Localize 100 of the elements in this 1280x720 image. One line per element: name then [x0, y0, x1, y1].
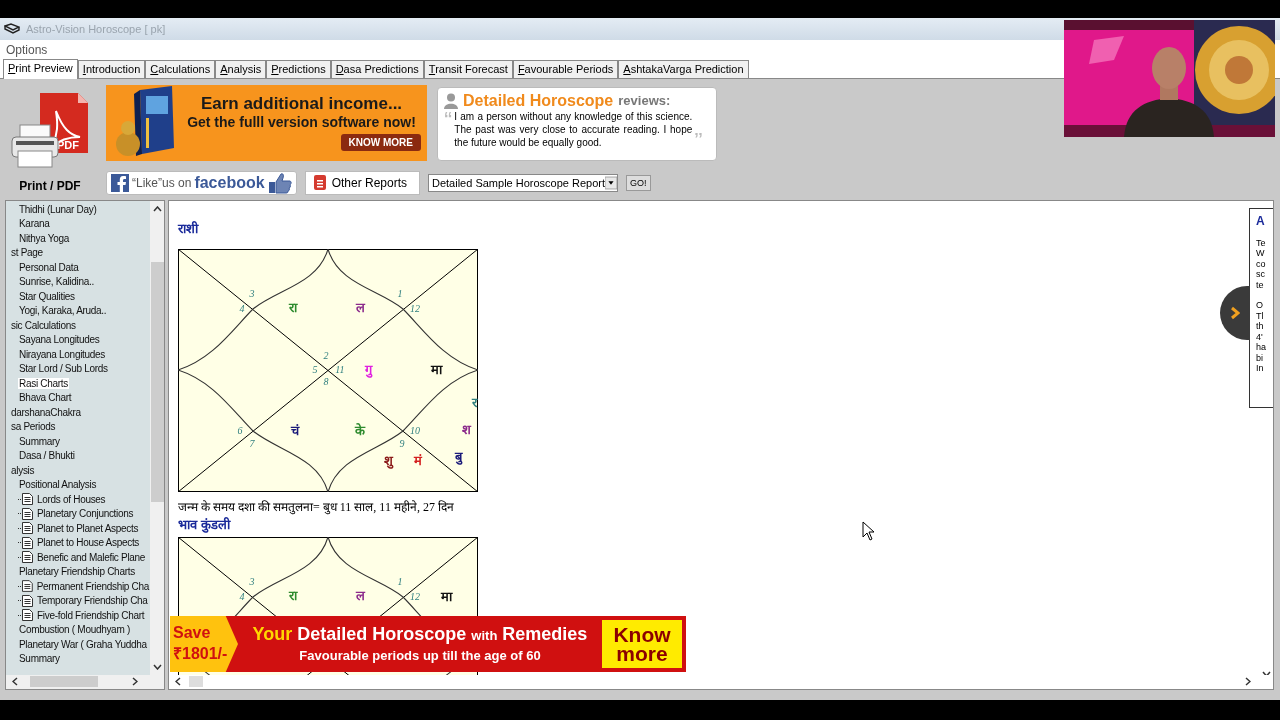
tree-item[interactable]: Personal Data — [18, 261, 80, 273]
planet-label: र — [471, 395, 477, 410]
tree-item[interactable]: Dasa / Bhukti — [18, 450, 76, 462]
scrollbar-thumb[interactable] — [150, 262, 164, 502]
tree-item[interactable]: Temporary Friendship Cha — [36, 595, 149, 607]
know-more-button[interactable]: KNOW MORE — [340, 134, 421, 152]
thumbs-up-icon — [267, 171, 292, 194]
panel-text: Te — [1256, 238, 1267, 249]
sign-number: 4 — [239, 591, 245, 602]
chart-heading: भाव कुंडली — [178, 516, 230, 533]
tree-item[interactable]: Bhava Chart — [18, 392, 73, 404]
other-reports-button[interactable]: Other Reports — [304, 170, 420, 195]
tree-item[interactable]: Planetary Friendship Charts — [18, 566, 136, 578]
sign-number: 2 — [323, 350, 329, 361]
tree-item[interactable]: Rasi Charts — [18, 377, 69, 389]
page-icon — [22, 536, 33, 549]
scroll-right-icon[interactable] — [132, 677, 138, 687]
sign-number: 8 — [323, 376, 329, 387]
tab[interactable]: Print Preview — [3, 58, 78, 79]
horizontal-scrollbar[interactable] — [6, 675, 164, 689]
panel-text: bi — [1256, 353, 1264, 364]
tree-item[interactable]: Permanent Friendship Cha — [35, 580, 150, 592]
panel-text: co — [1256, 259, 1267, 270]
tree-item[interactable]: sic Calculations — [10, 319, 77, 331]
tree-item[interactable]: Star Qualities — [18, 290, 76, 302]
quote-mark: ‘‘ — [444, 109, 453, 128]
tree-item[interactable]: sa Periods — [10, 421, 57, 433]
tree-item[interactable]: Nirayana Longitudes — [18, 348, 107, 360]
tree-item[interactable]: Planetary War ( Graha Yuddha — [18, 638, 148, 650]
scroll-left-icon[interactable] — [12, 677, 18, 687]
tree-item[interactable]: Benefic and Malefic Plane — [36, 551, 147, 563]
tree-item[interactable]: alysis — [10, 464, 36, 476]
sign-number: 6 — [237, 425, 243, 436]
tree-item[interactable]: Summary — [18, 653, 61, 665]
dasa-balance-text: जन्म के समय दशा की समतुलना= बुध 11 साल, 11 महीने, 27 दिन — [178, 499, 454, 515]
tree-item[interactable]: Sayana Longitudes — [18, 334, 101, 346]
planet-label: मं — [414, 453, 422, 468]
review-brand: Detailed Horoscope — [463, 91, 614, 110]
page-icon — [22, 493, 33, 506]
sign-number: 9 — [399, 438, 405, 449]
tree-item[interactable]: darshanaChakra — [10, 406, 82, 418]
tree-item[interactable]: Summary — [18, 435, 61, 447]
tree-item[interactable]: Planetary Conjunctions — [36, 508, 135, 520]
planet-label: मा — [430, 362, 442, 377]
know-more-button[interactable]: Know more — [602, 620, 682, 668]
vertical-scrollbar[interactable] — [150, 201, 164, 675]
chart-heading: राशी — [178, 220, 198, 237]
menu-item[interactable]: Options — [6, 42, 48, 57]
person-icon — [444, 92, 458, 109]
go-button[interactable]: GO! — [626, 174, 651, 191]
tree-item[interactable]: Planet to Planet Aspects — [36, 522, 140, 534]
tree-item[interactable]: Yogi, Karaka, Aruda.. — [18, 305, 108, 317]
planet-label: गु — [364, 362, 372, 377]
document-icon — [313, 175, 326, 191]
tree-item[interactable]: Positional Analysis — [18, 479, 98, 491]
planet-label: रा — [289, 300, 297, 315]
ad-banner[interactable]: Earn additional income... Get the fulll version software now! KNOW MORE — [106, 84, 427, 161]
planet-label: रा — [289, 588, 297, 603]
facebook-icon — [111, 173, 129, 192]
tree-item[interactable]: Planet to House Aspects — [36, 537, 141, 549]
panel-text: W — [1256, 248, 1266, 259]
sign-number: 10 — [410, 425, 420, 436]
tree-item[interactable]: Karana — [18, 218, 51, 230]
page-icon — [21, 580, 33, 593]
page-icon — [22, 609, 33, 622]
planet-label: बु — [454, 449, 462, 464]
tree-item[interactable]: Sunrise, Kalidina.. — [18, 276, 95, 288]
tree-item[interactable]: st Page — [10, 247, 44, 259]
scroll-right-icon[interactable] — [1245, 677, 1251, 687]
page-icon — [22, 522, 33, 535]
ad-headline: Earn additional income... — [200, 94, 403, 115]
facebook-like-button[interactable]: “Like”us on facebook — [106, 170, 297, 195]
scroll-left-icon[interactable] — [175, 677, 181, 687]
sign-number: 12 — [410, 591, 420, 602]
planet-label: ल — [355, 588, 365, 603]
scroll-down-icon[interactable] — [152, 664, 162, 670]
panel-text: O — [1256, 300, 1264, 311]
banner-subline: Favourable periods up till the age of 60 — [299, 648, 541, 664]
panel-text: In — [1256, 363, 1265, 374]
chevron-right-icon — [1230, 306, 1240, 320]
banner-headline: Your Detailed Horoscope with Remedies — [252, 624, 588, 646]
tree-item[interactable]: Nithya Yoga — [18, 232, 71, 244]
planet-label: ल — [355, 300, 365, 315]
sign-number: 3 — [249, 288, 255, 299]
tree-item[interactable]: Combustion ( Moudhyam ) — [18, 624, 131, 636]
review-label: reviews: — [618, 93, 671, 109]
next-button[interactable] — [1220, 286, 1250, 340]
report-dropdown[interactable]: Detailed Sample Horoscope Report — [428, 173, 618, 192]
print-pdf-label[interactable]: Print / PDF — [19, 178, 81, 193]
panel-text: sc — [1256, 269, 1266, 280]
scroll-up-icon[interactable] — [152, 206, 162, 212]
tree-item[interactable]: Thidhi (Lunar Day) — [18, 203, 98, 215]
panel-text: Tl — [1256, 311, 1265, 322]
tree-item[interactable]: Five-fold Friendship Chart — [36, 609, 146, 621]
scrollbar-thumb[interactable] — [30, 676, 98, 688]
promo-banner[interactable]: Save ₹1801/- Your Detailed Horoscope with Remedies Favourable periods up till the age of 60 Know more — [170, 616, 686, 672]
tree-item[interactable]: Star Lord / Sub Lords — [18, 363, 109, 375]
panel-text: th — [1256, 321, 1265, 332]
scrollbar-thumb[interactable] — [189, 676, 203, 688]
tree-item[interactable]: Lords of Houses — [36, 493, 107, 505]
